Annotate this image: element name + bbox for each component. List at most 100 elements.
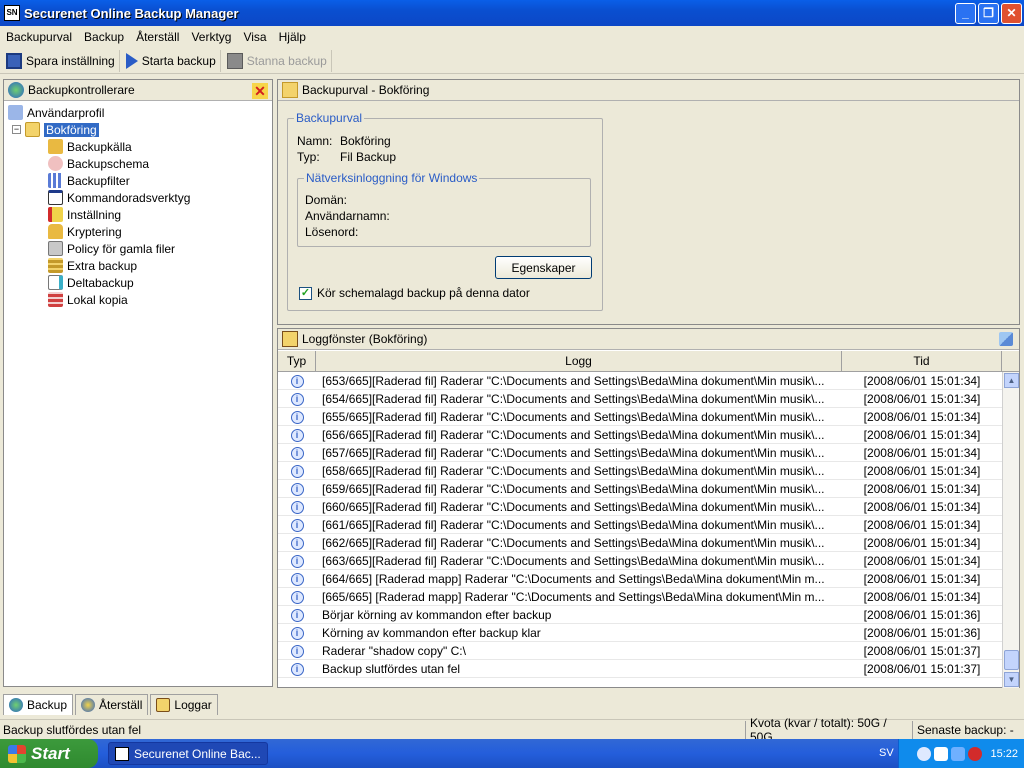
menu-visa[interactable]: Visa: [237, 30, 272, 44]
backup-controller-header: Backupkontrollerare ✕: [4, 80, 272, 101]
eraser-icon[interactable]: [999, 332, 1013, 346]
log-row[interactable]: i Körning av kommandon efter backup klar […: [278, 624, 1002, 642]
log-text-cell: [658/665][Raderad fil] Raderar "C:\Docum…: [322, 463, 825, 478]
log-row[interactable]: i Backup slutfördes utan fel [2008/06/01 1…: [278, 660, 1002, 678]
log-row[interactable]: i [664/665] [Raderad mapp] Raderar "C:\Do…: [278, 570, 1002, 588]
info-icon: i: [290, 393, 304, 406]
settings-icon: [48, 207, 63, 222]
system-tray: 15:22: [898, 739, 1024, 768]
log-row[interactable]: i [662/665][Raderad fil] Raderar "C:\Docu…: [278, 534, 1002, 552]
tab-restore[interactable]: Återställ: [75, 694, 149, 715]
log-row[interactable]: i Raderar "shadow copy" C:\ [2008/06/01 15…: [278, 642, 1002, 660]
tree-item-backupfilter[interactable]: Backupfilter: [8, 172, 272, 189]
scroll-down-icon[interactable]: ▼: [1004, 672, 1019, 687]
delete-set-icon[interactable]: ✕: [252, 83, 268, 99]
tree-item-label: Lokal kopia: [67, 292, 128, 307]
tree-item-bokforing[interactable]: − Bokföring: [8, 121, 272, 138]
tree-item-extra-backup[interactable]: Extra backup: [8, 257, 272, 274]
maximize-button[interactable]: ❐: [978, 2, 999, 24]
tray-backup-icon[interactable]: [934, 746, 949, 761]
folder-icon: [25, 122, 40, 137]
log-row[interactable]: i [660/665][Raderad fil] Raderar "C:\Docu…: [278, 498, 1002, 516]
log-row[interactable]: i [655/665][Raderad fil] Raderar "C:\Docu…: [278, 408, 1002, 426]
start-label: Start: [31, 743, 70, 763]
tree-item-lokal-kopia[interactable]: Lokal kopia: [8, 291, 272, 308]
log-book-icon: [156, 698, 171, 712]
log-type-cell: i: [278, 661, 316, 676]
delta-icon: [48, 275, 63, 290]
close-button[interactable]: ✕: [1001, 2, 1022, 24]
log-row[interactable]: i [665/665] [Raderad mapp] Raderar "C:\Do…: [278, 588, 1002, 606]
tab-backup[interactable]: Backup: [3, 694, 74, 715]
log-row[interactable]: i Börjar körning av kommandon efter backu…: [278, 606, 1002, 624]
tree-item-installning[interactable]: Inställning: [8, 206, 272, 223]
log-row[interactable]: i [654/665][Raderad fil] Raderar "C:\Docu…: [278, 390, 1002, 408]
menu-backup[interactable]: Backup: [78, 30, 130, 44]
backup-tree: Användarprofil − Bokföring Backupkälla B…: [4, 101, 272, 308]
column-log-header[interactable]: Logg: [316, 351, 842, 371]
start-backup-button[interactable]: Starta backup: [122, 50, 221, 72]
column-type-header[interactable]: Typ: [278, 351, 316, 371]
menu-hjalp[interactable]: Hjälp: [273, 30, 312, 44]
save-settings-button[interactable]: Spara inställning: [2, 50, 120, 72]
log-row[interactable]: i [661/665][Raderad fil] Raderar "C:\Docu…: [278, 516, 1002, 534]
stop-backup-button[interactable]: Stanna backup: [223, 50, 332, 72]
tree-item-label: Användarprofil: [27, 105, 105, 120]
tree-item-kryptering[interactable]: Kryptering: [8, 223, 272, 240]
log-row[interactable]: i [663/665][Raderad fil] Raderar "C:\Docu…: [278, 552, 1002, 570]
tree-item-kommandoradsverktyg[interactable]: Kommandoradsverktyg: [8, 189, 272, 206]
info-icon: i: [290, 447, 304, 460]
log-type-cell: i: [278, 607, 316, 622]
log-text-cell: [663/665][Raderad fil] Raderar "C:\Docum…: [322, 553, 825, 568]
log-type-cell: i: [278, 391, 316, 406]
info-icon: i: [290, 609, 304, 622]
tree-item-label: Kryptering: [67, 224, 122, 239]
collapse-icon[interactable]: −: [12, 125, 21, 134]
tray-chevron-icon[interactable]: [917, 746, 932, 761]
clock: 15:22: [990, 747, 1018, 760]
stop-icon: [226, 53, 243, 69]
log-time-cell: [2008/06/01 15:01:36]: [863, 625, 981, 640]
start-button[interactable]: Start: [0, 739, 98, 768]
stack-icon: [48, 258, 63, 273]
taskbar-app-button[interactable]: Securenet Online Bac...: [108, 742, 268, 765]
log-row[interactable]: i [653/665][Raderad fil] Raderar "C:\Docu…: [278, 372, 1002, 390]
group-legend: Backupurval: [294, 111, 365, 125]
language-indicator[interactable]: SV: [879, 747, 894, 759]
tray-security-icon[interactable]: [968, 746, 983, 761]
tree-item-backupkalla[interactable]: Backupkälla: [8, 138, 272, 155]
log-text-cell: [657/665][Raderad fil] Raderar "C:\Docum…: [322, 445, 825, 460]
tab-logs[interactable]: Loggar: [150, 694, 218, 715]
backup-controller-title: Backupkontrollerare: [28, 83, 135, 97]
log-scrollbar[interactable]: ▲ ▼: [1002, 372, 1019, 688]
menu-backupurval[interactable]: Backupurval: [0, 30, 78, 44]
tree-item-deltabackup[interactable]: Deltabackup: [8, 274, 272, 291]
log-time-cell: [2008/06/01 15:01:34]: [863, 553, 981, 568]
log-row[interactable]: i [659/665][Raderad fil] Raderar "C:\Docu…: [278, 480, 1002, 498]
log-text-cell: [662/665][Raderad fil] Raderar "C:\Docum…: [322, 535, 825, 550]
tree-item-policy[interactable]: Policy för gamla filer: [8, 240, 272, 257]
tree-item-user-profile[interactable]: Användarprofil: [8, 104, 272, 121]
minimize-button[interactable]: _: [955, 2, 976, 24]
log-row[interactable]: i [658/665][Raderad fil] Raderar "C:\Docu…: [278, 462, 1002, 480]
scheduled-backup-checkbox[interactable]: ✓ Kör schemalagd backup på denna dator: [299, 286, 530, 300]
tree-item-backupschema[interactable]: Backupschema: [8, 155, 272, 172]
filter-grid-icon: [48, 173, 63, 188]
log-row[interactable]: i [657/665][Raderad fil] Raderar "C:\Docu…: [278, 444, 1002, 462]
scroll-thumb[interactable]: [1004, 650, 1019, 670]
log-type-cell: i: [278, 409, 316, 424]
log-text-cell: Körning av kommandon efter backup klar: [322, 625, 541, 640]
info-icon: i: [290, 537, 304, 550]
log-title: Loggfönster (Bokföring): [302, 332, 428, 346]
tray-network-icon[interactable]: [951, 746, 966, 761]
log-table: Typ Logg Tid i [653/665][Raderad fil] Rad…: [278, 351, 1019, 688]
menu-aterstall[interactable]: Återställ: [130, 30, 185, 44]
column-time-header[interactable]: Tid: [842, 351, 1002, 371]
log-row[interactable]: i [656/665][Raderad fil] Raderar "C:\Docu…: [278, 426, 1002, 444]
trash-bin-icon: [48, 241, 63, 256]
tab-restore-label: Återställ: [99, 698, 143, 712]
menu-verktyg[interactable]: Verktyg: [185, 30, 237, 44]
properties-button[interactable]: Egenskaper: [495, 256, 592, 279]
scroll-up-icon[interactable]: ▲: [1004, 373, 1019, 388]
log-time-cell: [2008/06/01 15:01:34]: [863, 535, 981, 550]
